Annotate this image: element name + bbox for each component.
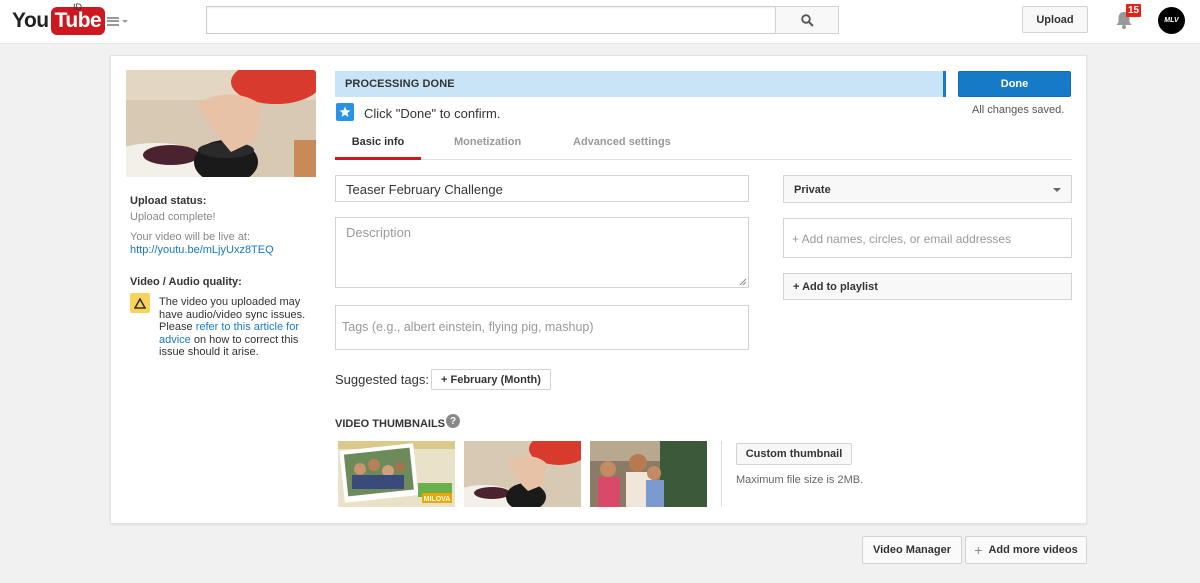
done-button[interactable]: Done (958, 71, 1071, 97)
tab-monetization[interactable]: Monetization (454, 136, 521, 160)
saved-status-text: All changes saved. (972, 104, 1065, 116)
chevron-down-icon (122, 19, 128, 23)
video-manager-button[interactable]: Video Manager (862, 536, 962, 564)
tab-advanced-settings[interactable]: Advanced settings (573, 136, 671, 160)
video-thumbnails-label: VIDEO THUMBNAILS (335, 418, 445, 430)
thumbnail-option-2[interactable] (464, 441, 581, 507)
processing-status-label: PROCESSING DONE (345, 78, 455, 90)
warning-icon (130, 293, 150, 313)
country-code: ID (73, 2, 82, 12)
search-icon (800, 13, 814, 27)
chevron-down-icon (1053, 188, 1061, 192)
tabs-divider (335, 159, 1072, 160)
help-icon[interactable]: ? (446, 414, 460, 428)
upload-button[interactable]: Upload (1022, 6, 1088, 33)
suggested-tag-button[interactable]: + February (Month) (431, 369, 551, 390)
thumbnail-image-3 (590, 441, 707, 507)
title-input[interactable]: Teaser February Challenge (335, 175, 749, 202)
tags-input[interactable]: Tags (e.g., albert einstein, flying pig,… (335, 305, 749, 350)
thumbnail-image-1: MILOVA (338, 441, 455, 507)
plus-icon: + (974, 542, 983, 558)
privacy-select[interactable]: Private (783, 175, 1072, 203)
live-at-text: Your video will be live at: (130, 231, 251, 243)
add-more-videos-label: Add more videos (988, 544, 1078, 556)
search-input[interactable] (206, 6, 776, 34)
menu-icon (107, 16, 119, 26)
share-recipients-input[interactable]: + Add names, circles, or email addresses (783, 218, 1072, 258)
video-url-link[interactable]: http://youtu.be/mLjyUxz8TEQ (130, 244, 274, 256)
star-icon (336, 103, 354, 121)
logo-you-text: You (12, 9, 49, 32)
privacy-value: Private (794, 184, 831, 196)
quality-label: Video / Audio quality: (130, 276, 242, 288)
guide-menu-button[interactable] (107, 13, 133, 29)
tab-basic-info[interactable]: Basic info (335, 136, 421, 160)
add-more-videos-button[interactable]: + Add more videos (965, 536, 1087, 564)
confirm-instruction: Click "Done" to confirm. (364, 106, 501, 121)
suggested-tags-label: Suggested tags: (335, 372, 429, 387)
resize-handle-icon[interactable] (739, 278, 747, 286)
video-preview-thumbnail[interactable] (126, 70, 316, 177)
custom-thumbnail-button[interactable]: Custom thumbnail (736, 443, 852, 465)
thumbnail-option-3[interactable] (590, 441, 707, 507)
thumbnail-divider (721, 441, 722, 507)
description-placeholder: Description (346, 225, 412, 240)
thumbnail-option-1[interactable]: MILOVA (338, 441, 455, 507)
masthead: You Tube ID Upload 15 MLV (0, 0, 1200, 44)
max-file-size-text: Maximum file size is 2MB. (736, 474, 864, 486)
description-textarea[interactable]: Description (335, 217, 749, 288)
search-button[interactable] (775, 6, 839, 34)
youtube-logo[interactable]: You Tube (12, 6, 106, 36)
thumbnail-image-2 (464, 441, 581, 507)
notification-badge: 15 (1126, 4, 1142, 17)
upload-complete-text: Upload complete! (130, 211, 216, 223)
thumbnail-caption: MILOVA (424, 496, 451, 503)
quality-warning-text: The video you uploaded may have audio/vi… (159, 296, 309, 359)
add-to-playlist-button[interactable]: + Add to playlist (783, 273, 1072, 300)
avatar[interactable]: MLV (1158, 7, 1185, 34)
upload-status-label: Upload status: (130, 195, 207, 207)
video-preview-image (126, 70, 316, 177)
